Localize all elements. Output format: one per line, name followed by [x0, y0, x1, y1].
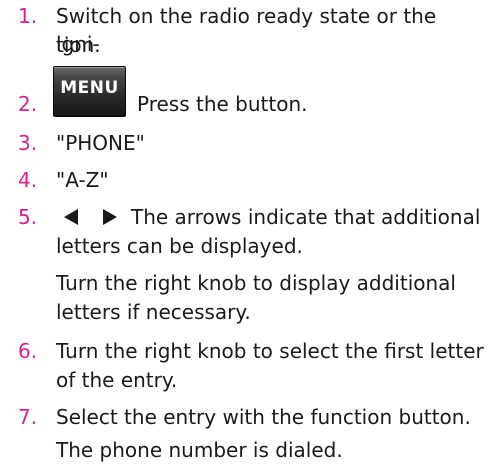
arrow-left-icon — [64, 209, 78, 225]
step-number: 7. — [18, 405, 38, 429]
step-number: 6. — [18, 339, 38, 363]
menu-button-icon: MENU — [53, 66, 126, 117]
step-text-line: The arrows indicate that additional — [131, 205, 481, 229]
step-text-line: of the entry. — [56, 368, 178, 392]
step-6: 6. Turn the right knob to select the fir… — [0, 337, 500, 397]
step-text: Select the entry with the function butto… — [56, 405, 471, 429]
step-number: 4. — [18, 168, 38, 192]
step-4: 4. "A-Z" — [0, 166, 500, 196]
step-7: 7. Select the entry with the function bu… — [0, 403, 500, 465]
step-1: 1. Switch on the radio ready state or th… — [0, 2, 500, 62]
step-note-line: letters if necessary. — [56, 300, 251, 324]
step-text-line: letters can be displayed. — [56, 234, 303, 258]
step-5: 5. The arrows indicate that additional l… — [0, 203, 500, 328]
step-text: "A-Z" — [56, 168, 109, 192]
step-text-line: tion. — [56, 33, 101, 57]
step-number: 5. — [18, 205, 38, 229]
step-text: "PHONE" — [56, 131, 145, 155]
arrow-right-icon — [103, 209, 117, 225]
step-number: 3. — [18, 131, 38, 155]
step-number: 2. — [18, 92, 38, 116]
step-note: The phone number is dialed. — [56, 438, 343, 462]
step-number: 1. — [18, 4, 38, 28]
step-text-line: Turn the right knob to select the first … — [56, 339, 484, 363]
step-text: Press the button. — [137, 92, 308, 116]
step-note-line: Turn the right knob to display additiona… — [56, 271, 456, 295]
step-2: 2. MENU Press the button. — [0, 66, 500, 122]
step-3: 3. "PHONE" — [0, 129, 500, 159]
